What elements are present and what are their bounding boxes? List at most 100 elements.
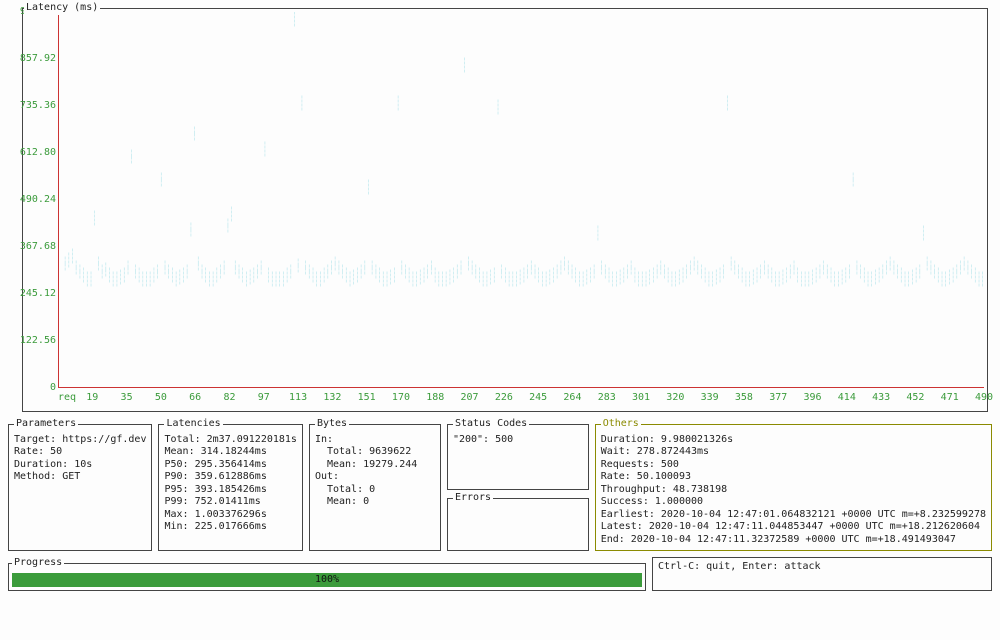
data-point: ¦ (177, 278, 182, 284)
data-point: ¦ (847, 265, 852, 271)
data-point: ¦ (255, 265, 260, 271)
data-point: ¦ (514, 272, 519, 278)
data-point: ¦ (89, 280, 94, 286)
data-point: ¦ (570, 272, 575, 278)
data-point: ¦ (122, 276, 127, 282)
data-point: ¦ (148, 272, 153, 278)
y-tick: 0 (50, 382, 56, 395)
data-point: ¦ (640, 280, 645, 286)
data-point: ¦ (621, 276, 626, 282)
x-tick: 414 (838, 392, 856, 405)
data-point: ¦ (292, 12, 297, 18)
data-point: ¦ (240, 268, 245, 274)
data-point: ¦ (359, 265, 364, 271)
bytes-title: Bytes (315, 418, 349, 431)
data-point: ¦ (233, 268, 238, 274)
data-point: ¦ (314, 272, 319, 278)
progress-bar: 100% (12, 573, 642, 587)
data-point: ¦ (237, 272, 242, 278)
data-point: ¦ (510, 280, 515, 286)
data-point: ¦ (281, 280, 286, 286)
data-point: ¦ (222, 261, 227, 267)
data-point: ¦ (858, 265, 863, 271)
data-point: ¦ (518, 278, 523, 284)
bytes-out-hdr: Out: (315, 471, 435, 484)
data-point: ¦ (677, 278, 682, 284)
data-point: ¦ (940, 272, 945, 278)
data-point: ¦ (89, 272, 94, 278)
data-point: ¦ (851, 180, 856, 186)
others-wait: Wait: 278.872443ms (601, 446, 986, 459)
data-point: ¦ (547, 270, 552, 276)
bytes-in-total: Total: 9639622 (315, 446, 435, 459)
data-point: ¦ (610, 272, 615, 278)
data-point: ¦ (510, 272, 515, 278)
data-point: ¦ (503, 268, 508, 274)
data-point: ¦ (795, 276, 800, 282)
data-point: ¦ (322, 268, 327, 274)
data-point: ¦ (536, 268, 541, 274)
data-point: ¦ (488, 278, 493, 284)
data-point: ¦ (507, 272, 512, 278)
data-point: ¦ (351, 270, 356, 276)
data-point: ¦ (485, 280, 490, 286)
data-point: ¦ (673, 280, 678, 286)
data-point: ¦ (207, 272, 212, 278)
data-point: ¦ (781, 278, 786, 284)
data-point: ¦ (581, 280, 586, 286)
data-point: ¦ (362, 261, 367, 267)
data-point: ¦ (470, 261, 475, 267)
param-duration: Duration: 10s (14, 459, 146, 472)
y-axis: 980.48857.92735.36612.80490.24367.68245.… (22, 12, 58, 388)
data-point: ¦ (477, 268, 482, 274)
data-point: ¦ (351, 278, 356, 284)
data-point: ¦ (385, 280, 390, 286)
data-point: ¦ (707, 280, 712, 286)
x-tick: 97 (258, 392, 270, 405)
data-point: ¦ (522, 268, 527, 274)
data-point: ¦ (455, 265, 460, 271)
data-point: ¦ (359, 272, 364, 278)
data-point: ¦ (958, 261, 963, 267)
data-point: ¦ (159, 180, 164, 186)
lat-mean: Mean: 314.18244ms (164, 446, 296, 459)
data-point: ¦ (248, 270, 253, 276)
data-point: ¦ (873, 278, 878, 284)
y-tick: 245.12 (20, 288, 56, 301)
data-point: ¦ (436, 280, 441, 286)
data-point: ¦ (977, 272, 982, 278)
data-point: ¦ (666, 276, 671, 282)
x-axis: req1935506682971131321511701882072262452… (58, 390, 984, 404)
data-point: ¦ (529, 261, 534, 267)
help-text[interactable]: Ctrl-C: quit, Enter: attack (658, 561, 986, 574)
lat-p50: P50: 295.356414ms (164, 459, 296, 472)
data-point: ¦ (573, 268, 578, 274)
data-point: ¦ (388, 270, 393, 276)
data-point: ¦ (462, 58, 467, 64)
progress-panel: Progress 100% (8, 557, 646, 591)
data-point: ¦ (118, 278, 123, 284)
data-point: ¦ (322, 276, 327, 282)
data-point: ¦ (681, 268, 686, 274)
data-point: ¦ (862, 268, 867, 274)
data-point: ¦ (85, 280, 90, 286)
data-point: ¦ (943, 272, 948, 278)
data-point: ¦ (688, 268, 693, 274)
data-point: ¦ (399, 261, 404, 267)
data-point: ¦ (107, 268, 112, 274)
data-point: ¦ (670, 280, 675, 286)
data-point: ¦ (381, 280, 386, 286)
data-point: ¦ (318, 272, 323, 278)
data-point: ¦ (78, 272, 83, 278)
y-tick: 612.80 (20, 147, 56, 160)
data-point: ¦ (784, 268, 789, 274)
param-method: Method: GET (14, 471, 146, 484)
data-point: ¦ (666, 268, 671, 274)
data-point: ¦ (214, 276, 219, 282)
data-point: ¦ (684, 272, 689, 278)
data-point: ¦ (773, 272, 778, 278)
data-point: ¦ (825, 265, 830, 271)
data-point: ¦ (644, 272, 649, 278)
data-point: ¦ (866, 272, 871, 278)
data-point: ¦ (818, 272, 823, 278)
